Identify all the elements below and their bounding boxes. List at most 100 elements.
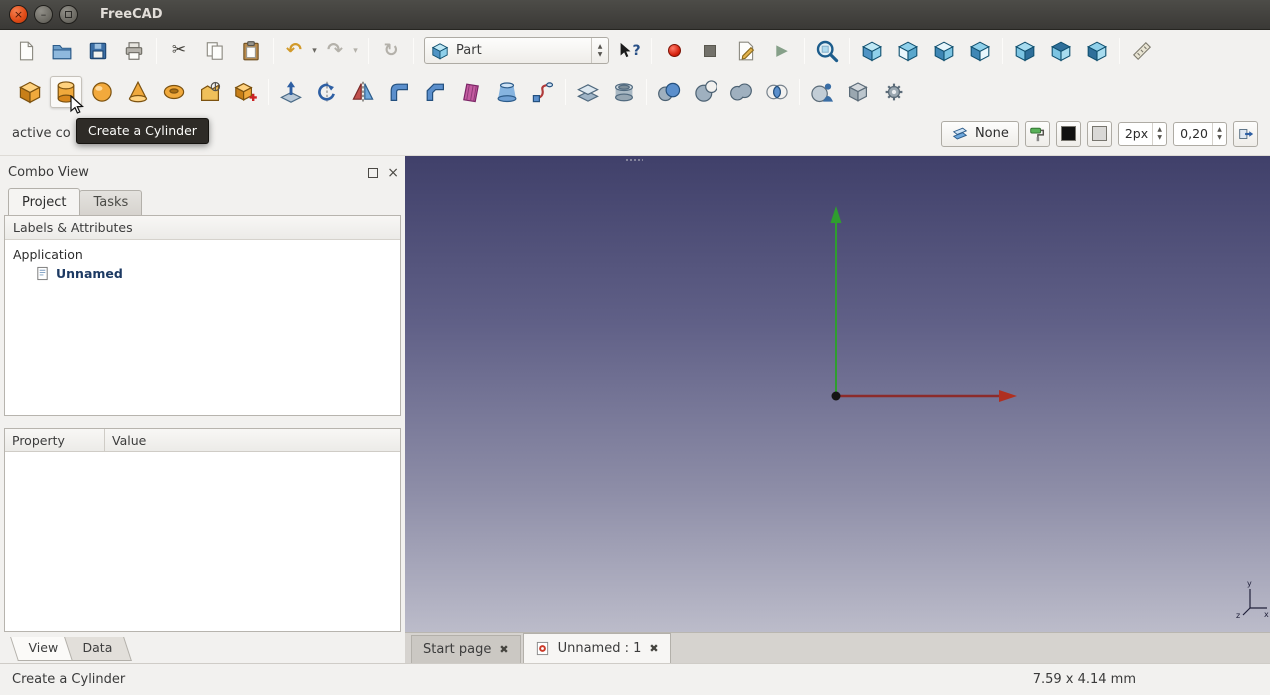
spin-up-icon: ▲: [1157, 126, 1162, 133]
mdi-tab-start-page[interactable]: Start page ✖: [411, 635, 521, 663]
window-maximize-button[interactable]: [59, 5, 78, 24]
combo-view-titlebar[interactable]: Combo View ×: [8, 165, 399, 180]
view-axonometric-button[interactable]: [856, 35, 888, 67]
cone-button[interactable]: [122, 76, 154, 108]
question-mark-icon: ?: [632, 43, 640, 59]
active-command-label: active co: [12, 126, 71, 141]
boolean-button[interactable]: [653, 76, 685, 108]
zoom-fit-icon: [815, 39, 839, 63]
text-scale-spinbox[interactable]: 0,20 ▲▼: [1173, 122, 1227, 146]
whats-this-button[interactable]: ?: [613, 35, 645, 67]
ruled-surface-button[interactable]: [455, 76, 487, 108]
freecad-window: × – FreeCAD ✂ ↶ ▾ ↷ ▾ ↻ Part ▲▼ ?: [0, 0, 1270, 695]
check-geometry-button[interactable]: [806, 76, 838, 108]
boolean-cut-button[interactable]: [689, 76, 721, 108]
float-panel-icon[interactable]: [368, 168, 378, 178]
paste-button[interactable]: [235, 35, 267, 67]
view-rear-button[interactable]: [1009, 35, 1041, 67]
layer-button[interactable]: None: [941, 121, 1019, 147]
fillet-button[interactable]: [383, 76, 415, 108]
refine-shape-button[interactable]: [842, 76, 874, 108]
sphere-button[interactable]: [86, 76, 118, 108]
mirror-button[interactable]: [347, 76, 379, 108]
combobox-spin-arrows[interactable]: ▲▼: [591, 38, 608, 63]
set-style-button[interactable]: [1025, 121, 1050, 147]
extrude-button[interactable]: [275, 76, 307, 108]
cut-button[interactable]: ✂: [163, 35, 195, 67]
tab-project[interactable]: Project: [8, 188, 80, 215]
toolbar-separator: [413, 38, 414, 64]
model-tree-panel: Labels & Attributes Application Unnamed: [4, 215, 401, 416]
shape-builder-button[interactable]: [194, 76, 226, 108]
chamfer-button[interactable]: [419, 76, 451, 108]
chamfer-icon: [423, 80, 447, 104]
tree-header: Labels & Attributes: [5, 216, 400, 240]
redo-dropdown-arrow[interactable]: ▾: [349, 35, 362, 67]
view-bottom-button[interactable]: [1045, 35, 1077, 67]
copy-button[interactable]: [199, 35, 231, 67]
titlebar[interactable]: × – FreeCAD: [0, 0, 1270, 30]
close-tab-icon[interactable]: ✖: [499, 643, 508, 656]
x-axis-label: x: [1264, 610, 1269, 619]
macro-edit-button[interactable]: [730, 35, 762, 67]
primitives-icon: [234, 80, 258, 104]
sweep-icon: [531, 80, 555, 104]
tree-item-document[interactable]: Unnamed: [35, 264, 400, 283]
close-tab-icon[interactable]: ✖: [649, 642, 658, 655]
line-color-button[interactable]: [1056, 121, 1081, 147]
boolean-union-button[interactable]: [725, 76, 757, 108]
refresh-button[interactable]: ↻: [375, 35, 407, 67]
workbench-selector[interactable]: Part ▲▼: [424, 37, 609, 64]
open-document-button[interactable]: [46, 35, 78, 67]
spin-arrows[interactable]: ▲▼: [1152, 123, 1166, 145]
view-front-button[interactable]: [892, 35, 924, 67]
macro-record-button[interactable]: [658, 35, 690, 67]
box-button[interactable]: [14, 76, 46, 108]
print-button[interactable]: [118, 35, 150, 67]
property-column-header[interactable]: Property: [5, 429, 105, 451]
macro-execute-button[interactable]: ▶: [766, 35, 798, 67]
view-right-button[interactable]: [964, 35, 996, 67]
spin-arrows[interactable]: ▲▼: [1212, 123, 1226, 145]
macro-stop-button[interactable]: [694, 35, 726, 67]
measure-button[interactable]: [1126, 35, 1158, 67]
tab-data[interactable]: Data: [64, 637, 132, 661]
z-axis-label: z: [1236, 611, 1240, 620]
tree-item-application[interactable]: Application: [5, 245, 400, 264]
window-close-button[interactable]: ×: [9, 5, 28, 24]
new-document-button[interactable]: [10, 35, 42, 67]
axonometric-cube-icon: [861, 40, 883, 62]
primitives-button[interactable]: [230, 76, 262, 108]
toolbar-separator: [849, 38, 850, 64]
offset-button[interactable]: [572, 76, 604, 108]
3d-viewport[interactable]: y x z: [405, 156, 1270, 633]
boolean-intersection-button[interactable]: [761, 76, 793, 108]
view-top-button[interactable]: [928, 35, 960, 67]
defeaturing-icon: [882, 80, 906, 104]
sweep-button[interactable]: [527, 76, 559, 108]
close-panel-icon[interactable]: ×: [387, 166, 399, 180]
defeaturing-button[interactable]: [878, 76, 910, 108]
view-left-button[interactable]: [1081, 35, 1113, 67]
value-column-header[interactable]: Value: [105, 429, 400, 451]
copy-icon: [204, 40, 226, 62]
torus-button[interactable]: [158, 76, 190, 108]
fit-all-button[interactable]: [811, 35, 843, 67]
tab-tasks[interactable]: Tasks: [79, 190, 142, 215]
mdi-tab-unnamed[interactable]: Unnamed : 1 ✖: [523, 633, 671, 663]
standard-toolbar: ✂ ↶ ▾ ↷ ▾ ↻ Part ▲▼ ? ▶: [0, 30, 1270, 71]
undo-button[interactable]: ↶: [280, 35, 308, 67]
autogroup-button[interactable]: [1233, 121, 1258, 147]
extrude-icon: [279, 80, 303, 104]
undo-dropdown-arrow[interactable]: ▾: [308, 35, 321, 67]
window-maximize-icon: [65, 11, 72, 18]
loft-button[interactable]: [491, 76, 523, 108]
spin-up-icon: ▲: [598, 43, 603, 50]
line-width-select[interactable]: 2px ▲▼: [1118, 122, 1167, 146]
revolve-button[interactable]: [311, 76, 343, 108]
face-color-button[interactable]: [1087, 121, 1112, 147]
save-button[interactable]: [82, 35, 114, 67]
redo-button[interactable]: ↷: [321, 35, 349, 67]
window-minimize-button[interactable]: –: [34, 5, 53, 24]
thickness-button[interactable]: [608, 76, 640, 108]
